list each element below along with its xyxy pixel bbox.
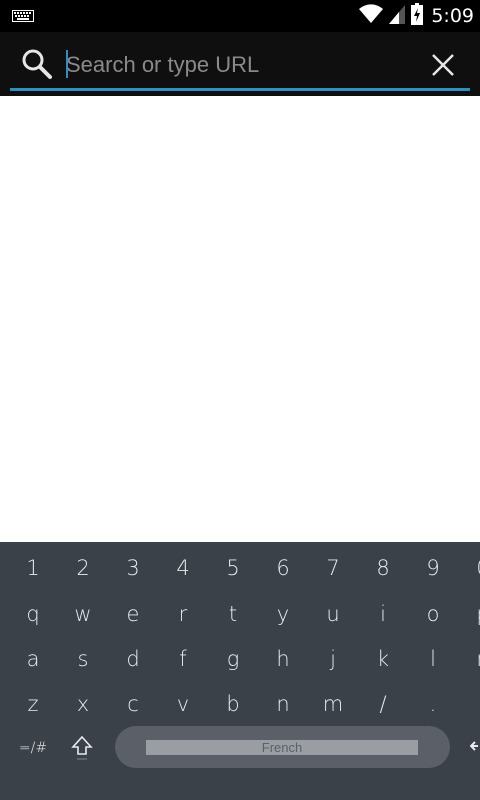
key-p[interactable]: p [458, 592, 480, 636]
key-z[interactable]: z [8, 682, 58, 726]
enter-arrow-icon[interactable] [470, 734, 480, 758]
page-content [0, 96, 480, 542]
soft-keyboard: 1 2 3 4 5 6 7 8 9 0 q w e r t y u i o p … [0, 542, 480, 800]
key-period[interactable]: . [408, 682, 458, 726]
key-o[interactable]: o [408, 592, 458, 636]
key-b[interactable]: b [208, 682, 258, 726]
key-f[interactable]: f [158, 637, 208, 681]
key-u[interactable]: u [308, 592, 358, 636]
key-r[interactable]: r [158, 592, 208, 636]
key-6[interactable]: 6 [258, 546, 308, 590]
key-2[interactable]: 2 [58, 546, 108, 590]
search-icon[interactable] [20, 47, 54, 81]
key-i[interactable]: i [358, 592, 408, 636]
url-input[interactable] [66, 48, 406, 82]
key-5[interactable]: 5 [208, 546, 258, 590]
shift-icon[interactable] [66, 734, 98, 762]
key-n[interactable]: n [258, 682, 308, 726]
key-h[interactable]: h [258, 637, 308, 681]
key-k[interactable]: k [358, 637, 408, 681]
key-s[interactable]: s [58, 637, 108, 681]
battery-charging-icon [411, 2, 424, 30]
keyboard-icon [12, 9, 34, 22]
key-l[interactable]: l [408, 637, 458, 681]
key-d[interactable]: d [108, 637, 158, 681]
symbols-key[interactable]: =/# [8, 726, 58, 770]
key-g[interactable]: g [208, 637, 258, 681]
key-w[interactable]: w [58, 592, 108, 636]
signal-icon [389, 4, 406, 29]
key-4[interactable]: 4 [158, 546, 208, 590]
key-c[interactable]: c [108, 682, 158, 726]
text-cursor [66, 50, 68, 78]
key-e[interactable]: e [108, 592, 158, 636]
key-j[interactable]: j [308, 637, 358, 681]
key-1[interactable]: 1 [8, 546, 58, 590]
key-7[interactable]: 7 [308, 546, 358, 590]
key-slash[interactable]: / [358, 682, 408, 726]
key-y[interactable]: y [258, 592, 308, 636]
key-v[interactable]: v [158, 682, 208, 726]
key-x[interactable]: x [58, 682, 108, 726]
key-0[interactable]: 0 [458, 546, 480, 590]
wifi-icon [359, 3, 384, 29]
spacebar-language-label: French [146, 740, 418, 755]
status-bar: 5:09 [0, 0, 480, 32]
spacebar[interactable]: French [115, 726, 450, 768]
key-8[interactable]: 8 [358, 546, 408, 590]
key-a[interactable]: a [8, 637, 58, 681]
key-q[interactable]: q [8, 592, 58, 636]
key-t[interactable]: t [208, 592, 258, 636]
url-input-underline [10, 88, 470, 91]
key-3[interactable]: 3 [108, 546, 158, 590]
close-icon[interactable] [424, 46, 462, 84]
key-9[interactable]: 9 [408, 546, 458, 590]
key-m[interactable]: m [308, 682, 358, 726]
key-n-tilde[interactable]: ñ [458, 637, 480, 681]
status-time: 5:09 [431, 5, 474, 27]
